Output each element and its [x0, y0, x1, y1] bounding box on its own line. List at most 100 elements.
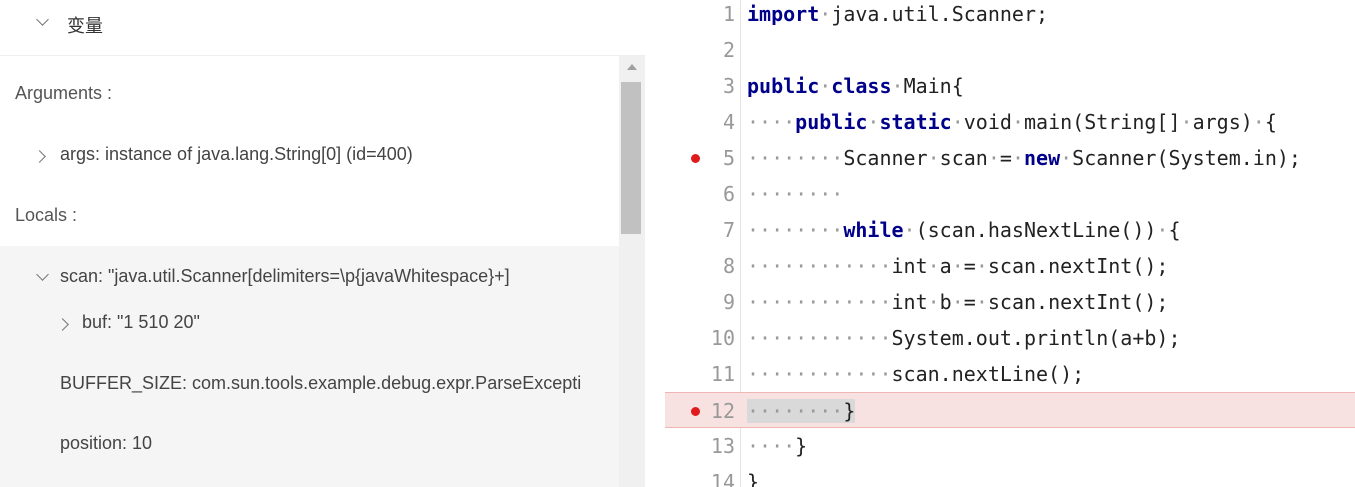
code-keyword: import	[747, 2, 820, 26]
whitespace-marker: ·	[975, 254, 988, 278]
code-token: (scan.hasNextLine())	[915, 218, 1157, 242]
code-token: }	[843, 399, 856, 423]
code-line[interactable]: 9 ············int·b·=·scan.nextInt();	[665, 284, 1355, 320]
chevron-right-icon[interactable]	[56, 318, 69, 331]
code-text[interactable]: ············scan.nextLine();	[747, 356, 1084, 392]
line-number[interactable]: 6	[695, 176, 735, 212]
code-token: scan.nextInt();	[987, 254, 1169, 278]
chevron-down-icon[interactable]	[36, 268, 49, 281]
line-number[interactable]: 11	[695, 356, 735, 392]
code-keyword: static	[879, 110, 952, 134]
code-line[interactable]: 10 ············System.out.println(a+b);	[665, 320, 1355, 356]
tree-item-scan[interactable]: scan: "java.util.Scanner[delimiters=\p{j…	[0, 266, 582, 292]
tree-item-buf[interactable]: buf: "1 510 20"	[0, 312, 619, 338]
code-token: Main{	[903, 74, 964, 98]
line-number[interactable]: 9	[695, 284, 735, 320]
code-line[interactable]: 3 public·class·Main{	[665, 68, 1355, 104]
whitespace-marker: ········	[747, 146, 844, 170]
scrollbar-thumb[interactable]	[621, 82, 641, 234]
whitespace-marker: ·	[975, 290, 988, 314]
code-line[interactable]: 1 import·java.util.Scanner;	[665, 0, 1355, 32]
code-token: args)	[1192, 110, 1253, 134]
whitespace-marker: ············	[747, 290, 892, 314]
code-keyword: class	[831, 74, 892, 98]
code-text[interactable]: ············int·a·=·scan.nextInt();	[747, 248, 1168, 284]
whitespace-marker: ·	[951, 254, 964, 278]
whitespace-marker: ·	[1011, 110, 1024, 134]
code-text[interactable]: ····}	[747, 428, 807, 464]
whitespace-marker: ············	[747, 326, 892, 350]
tree-item-args[interactable]: args: instance of java.lang.String[0] (i…	[0, 144, 619, 170]
line-number[interactable]: 13	[695, 428, 735, 464]
code-line[interactable]: 7 ········while·(scan.hasNextLine())·{	[665, 212, 1355, 248]
line-number[interactable]: 12	[695, 393, 735, 429]
code-token: }	[747, 470, 760, 487]
code-line[interactable]: 6 ········	[665, 176, 1355, 212]
code-line[interactable]: 4 ····public·static·void·main(String[]·ar…	[665, 104, 1355, 140]
code-token: =	[999, 146, 1012, 170]
code-token: {	[1168, 218, 1181, 242]
scroll-up-arrow-icon[interactable]	[627, 64, 637, 70]
line-number[interactable]: 3	[695, 68, 735, 104]
whitespace-marker: ············	[747, 254, 892, 278]
whitespace-marker: ·	[1011, 146, 1024, 170]
whitespace-marker: ·	[987, 146, 1000, 170]
line-number[interactable]: 4	[695, 104, 735, 140]
code-text[interactable]: ············int·b·=·scan.nextInt();	[747, 284, 1168, 320]
line-number[interactable]: 8	[695, 248, 735, 284]
code-text[interactable]: ····public·static·void·main(String[]·arg…	[747, 104, 1277, 140]
arguments-label: Arguments :	[15, 83, 113, 103]
code-text[interactable]: ········	[747, 176, 843, 212]
code-token: main(String[]	[1023, 110, 1181, 134]
code-editor[interactable]: 1 import·java.util.Scanner; 2 3 public·class…	[665, 0, 1355, 487]
code-line[interactable]: 14}	[665, 464, 1355, 487]
code-line[interactable]: 2	[665, 32, 1355, 68]
whitespace-marker: ·	[1156, 218, 1169, 242]
code-text[interactable]: ············System.out.println(a+b);	[747, 320, 1180, 356]
code-token: =	[963, 254, 976, 278]
code-token: System.out.println(a+b);	[891, 326, 1181, 350]
position-item-label: position: 10	[60, 433, 153, 453]
line-number[interactable]: 1	[695, 0, 735, 32]
line-number[interactable]: 14	[695, 464, 735, 487]
whitespace-marker: ········	[747, 399, 844, 423]
whitespace-marker: ········	[747, 218, 844, 242]
code-line[interactable]: 8 ············int·a·=·scan.nextInt();	[665, 248, 1355, 284]
code-line[interactable]: 5 ········Scanner·scan·=·new·Scanner(Syst…	[665, 140, 1355, 176]
whitespace-marker: ·	[891, 74, 904, 98]
code-text[interactable]: import·java.util.Scanner;	[747, 0, 1048, 32]
code-text[interactable]: ········while·(scan.hasNextLine())·{	[747, 212, 1181, 248]
line-number[interactable]: 10	[695, 320, 735, 356]
code-token: void	[963, 110, 1012, 134]
chevron-right-icon[interactable]	[33, 150, 46, 163]
code-line[interactable]: 12 ········}	[665, 392, 1355, 428]
scan-item-label: scan: "java.util.Scanner[delimiters=\p{j…	[60, 266, 510, 286]
code-text[interactable]: ········Scanner·scan·=·new·Scanner(Syste…	[747, 140, 1301, 176]
code-text[interactable]: public·class·Main{	[747, 68, 964, 104]
locals-label: Locals :	[15, 205, 78, 225]
chevron-down-icon[interactable]	[36, 13, 49, 26]
line-number[interactable]: 2	[695, 32, 735, 68]
code-token: {	[1264, 110, 1277, 134]
code-line[interactable]: 11 ············scan.nextLine();	[665, 356, 1355, 392]
code-token: b	[939, 290, 952, 314]
code-token: a	[939, 254, 952, 278]
tree-item-position[interactable]: position: 10	[0, 433, 619, 459]
code-keyword: while	[843, 218, 904, 242]
whitespace-marker: ·	[903, 218, 916, 242]
variables-scrollbar[interactable]	[619, 56, 645, 487]
line-number[interactable]: 7	[695, 212, 735, 248]
code-text[interactable]: ········}	[747, 393, 856, 429]
variables-header[interactable]: 变量	[0, 0, 645, 56]
code-line[interactable]: 13 ····}	[665, 428, 1355, 464]
code-token: scan.nextLine();	[891, 362, 1085, 386]
code-token: =	[963, 290, 976, 314]
whitespace-marker: ············	[747, 362, 892, 386]
tree-item-buffer-size[interactable]: BUFFER_SIZE: com.sun.tools.example.debug…	[0, 373, 582, 399]
code-text[interactable]: }	[747, 464, 759, 487]
variables-title: 变量	[67, 16, 103, 36]
buf-item-label: buf: "1 510 20"	[82, 312, 200, 332]
line-number[interactable]: 5	[695, 140, 735, 176]
args-item-label: args: instance of java.lang.String[0] (i…	[60, 144, 413, 164]
code-keyword: new	[1023, 146, 1061, 170]
